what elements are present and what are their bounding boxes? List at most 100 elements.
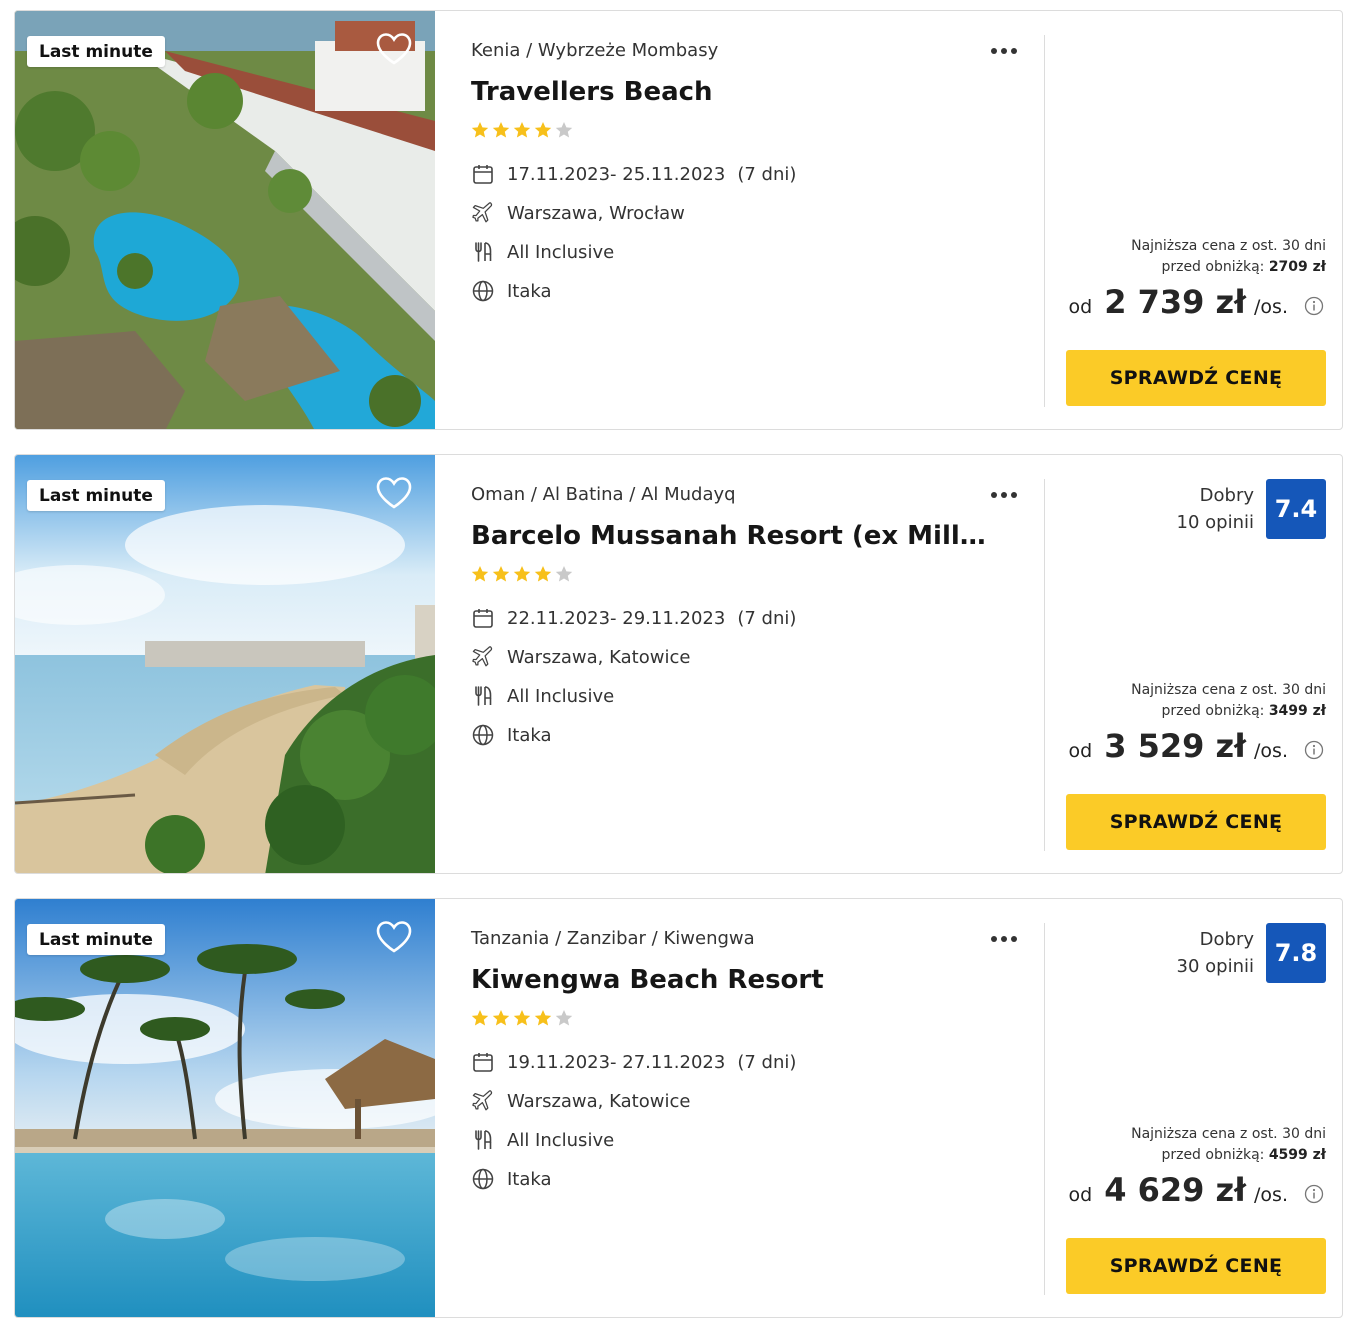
offer-list: Last minute Kenia / Wybrzeże Mombasy Tra…	[0, 0, 1356, 1328]
hotel-photo[interactable]: Last minute	[15, 455, 435, 873]
rating-score-badge: 7.4	[1266, 479, 1326, 539]
hotel-name[interactable]: Kiwengwa Beach Resort	[471, 965, 1001, 995]
hotel-photo-image	[15, 455, 435, 873]
check-price-button[interactable]: SPRAWDŹ CENĘ	[1066, 1238, 1326, 1294]
dates-text: 17.11.2023- 25.11.2023	[507, 163, 726, 185]
offer-card[interactable]: Last minute Tanzania / Zanzibar / Kiweng…	[14, 898, 1343, 1318]
departure-row: Warszawa, Wrocław	[471, 201, 685, 225]
board-text: All Inclusive	[507, 685, 615, 707]
lowest-price-value: 4599 zł	[1268, 1147, 1326, 1163]
board-text: All Inclusive	[507, 1129, 615, 1151]
star-filled-icon	[492, 1010, 510, 1026]
duration-text: (7 dni)	[737, 163, 797, 185]
cutlery-icon	[475, 686, 492, 706]
more-icon[interactable]	[987, 927, 1021, 951]
star-filled-icon	[513, 1010, 531, 1026]
duration-text: (7 dni)	[737, 607, 797, 629]
location-breadcrumb[interactable]: Oman / Al Batina / Al Mudayq	[471, 484, 736, 505]
review-summary[interactable]: Dobry 30 opinii	[1177, 926, 1254, 980]
star-filled-icon	[492, 566, 510, 582]
dates-row: 17.11.2023- 25.11.2023 (7 dni)	[471, 162, 796, 186]
operator-text: Itaka	[507, 724, 552, 746]
price-from-label: od	[1068, 1184, 1093, 1206]
duration-text: (7 dni)	[737, 1051, 797, 1073]
price-amount: 2 739 zł	[1104, 283, 1247, 321]
departure-text: Warszawa, Katowice	[507, 1090, 691, 1112]
dates-row: 22.11.2023- 29.11.2023 (7 dni)	[471, 606, 796, 630]
location-breadcrumb[interactable]: Kenia / Wybrzeże Mombasy	[471, 40, 718, 61]
rating-score-badge: 7.8	[1266, 923, 1326, 983]
more-icon[interactable]	[987, 483, 1021, 507]
board-row: All Inclusive	[471, 1128, 614, 1152]
hotel-photo[interactable]: Last minute	[15, 899, 435, 1317]
lowest-price-label: Najniższa cena z ost. 30 dni	[1131, 682, 1326, 698]
star-filled-icon	[534, 1010, 552, 1026]
star-filled-icon	[513, 566, 531, 582]
star-rating	[471, 121, 573, 139]
operator-row: Itaka	[471, 1167, 552, 1191]
price-unit: /os.	[1254, 1184, 1288, 1206]
heart-icon[interactable]	[375, 476, 413, 510]
board-row: All Inclusive	[471, 240, 614, 264]
departure-row: Warszawa, Katowice	[471, 1089, 690, 1113]
calendar-icon	[473, 1053, 493, 1072]
price-from-label: od	[1068, 296, 1093, 318]
hotel-name[interactable]: Travellers Beach	[471, 77, 1001, 107]
star-filled-icon	[471, 566, 489, 582]
calendar-icon	[473, 609, 493, 628]
price-row: od 3 529 zł /os.	[1069, 727, 1325, 765]
star-empty-icon	[555, 1010, 573, 1026]
last-minute-badge: Last minute	[27, 924, 165, 955]
plane-icon	[472, 646, 493, 667]
more-icon[interactable]	[987, 39, 1021, 63]
lowest-price-value: 3499 zł	[1268, 703, 1326, 719]
operator-row: Itaka	[471, 723, 552, 747]
offer-info: Kenia / Wybrzeże Mombasy Travellers Beac…	[471, 11, 1031, 429]
price-panel: Dobry 10 opinii 7.4 Najniższa cena z ost…	[1045, 455, 1342, 873]
hotel-name[interactable]: Barcelo Mussanah Resort (ex Millenium Re…	[471, 521, 1001, 551]
lowest-price-prefix: przed obniżką:	[1161, 703, 1269, 719]
price-row: od 4 629 zł /os.	[1069, 1171, 1325, 1209]
departure-text: Warszawa, Wrocław	[507, 202, 685, 224]
review-count: 30 opinii	[1176, 956, 1254, 977]
calendar-icon	[473, 165, 493, 184]
star-empty-icon	[555, 122, 573, 138]
location-breadcrumb[interactable]: Tanzania / Zanzibar / Kiwengwa	[471, 928, 755, 949]
lowest-price-prefix: przed obniżką:	[1161, 1147, 1269, 1163]
price-amount: 3 529 zł	[1104, 727, 1247, 765]
star-filled-icon	[513, 122, 531, 138]
lowest-price-note: Najniższa cena z ost. 30 dni przed obniż…	[1131, 680, 1326, 722]
offer-card[interactable]: Last minute Oman / Al Batina / Al Mudayq…	[14, 454, 1343, 874]
price-unit: /os.	[1254, 296, 1288, 318]
operator-text: Itaka	[507, 1168, 552, 1190]
info-icon[interactable]	[1304, 296, 1324, 316]
heart-icon[interactable]	[375, 32, 413, 66]
last-minute-badge: Last minute	[27, 36, 165, 67]
board-text: All Inclusive	[507, 241, 615, 263]
last-minute-badge: Last minute	[27, 480, 165, 511]
info-icon[interactable]	[1304, 740, 1324, 760]
hotel-photo[interactable]: Last minute	[15, 11, 435, 429]
departure-text: Warszawa, Katowice	[507, 646, 691, 668]
rating-label: Dobry	[1199, 485, 1254, 506]
departure-row: Warszawa, Katowice	[471, 645, 690, 669]
review-summary[interactable]: Dobry 10 opinii	[1177, 482, 1254, 536]
board-row: All Inclusive	[471, 684, 614, 708]
hotel-photo-image	[15, 11, 435, 429]
offer-card[interactable]: Last minute Kenia / Wybrzeże Mombasy Tra…	[14, 10, 1343, 430]
check-price-button[interactable]: SPRAWDŹ CENĘ	[1066, 794, 1326, 850]
check-price-button[interactable]: SPRAWDŹ CENĘ	[1066, 350, 1326, 406]
star-filled-icon	[492, 122, 510, 138]
plane-icon	[472, 1090, 493, 1111]
dates-text: 22.11.2023- 29.11.2023	[507, 607, 726, 629]
heart-icon[interactable]	[375, 920, 413, 954]
price-panel: Dobry 30 opinii 7.8 Najniższa cena z ost…	[1045, 899, 1342, 1317]
info-icon[interactable]	[1304, 1184, 1324, 1204]
cutlery-icon	[475, 1130, 492, 1150]
lowest-price-value: 2709 zł	[1268, 259, 1326, 275]
operator-row: Itaka	[471, 279, 552, 303]
lowest-price-note: Najniższa cena z ost. 30 dni przed obniż…	[1131, 1124, 1326, 1166]
star-filled-icon	[534, 122, 552, 138]
price-unit: /os.	[1254, 740, 1288, 762]
lowest-price-prefix: przed obniżką:	[1161, 259, 1269, 275]
